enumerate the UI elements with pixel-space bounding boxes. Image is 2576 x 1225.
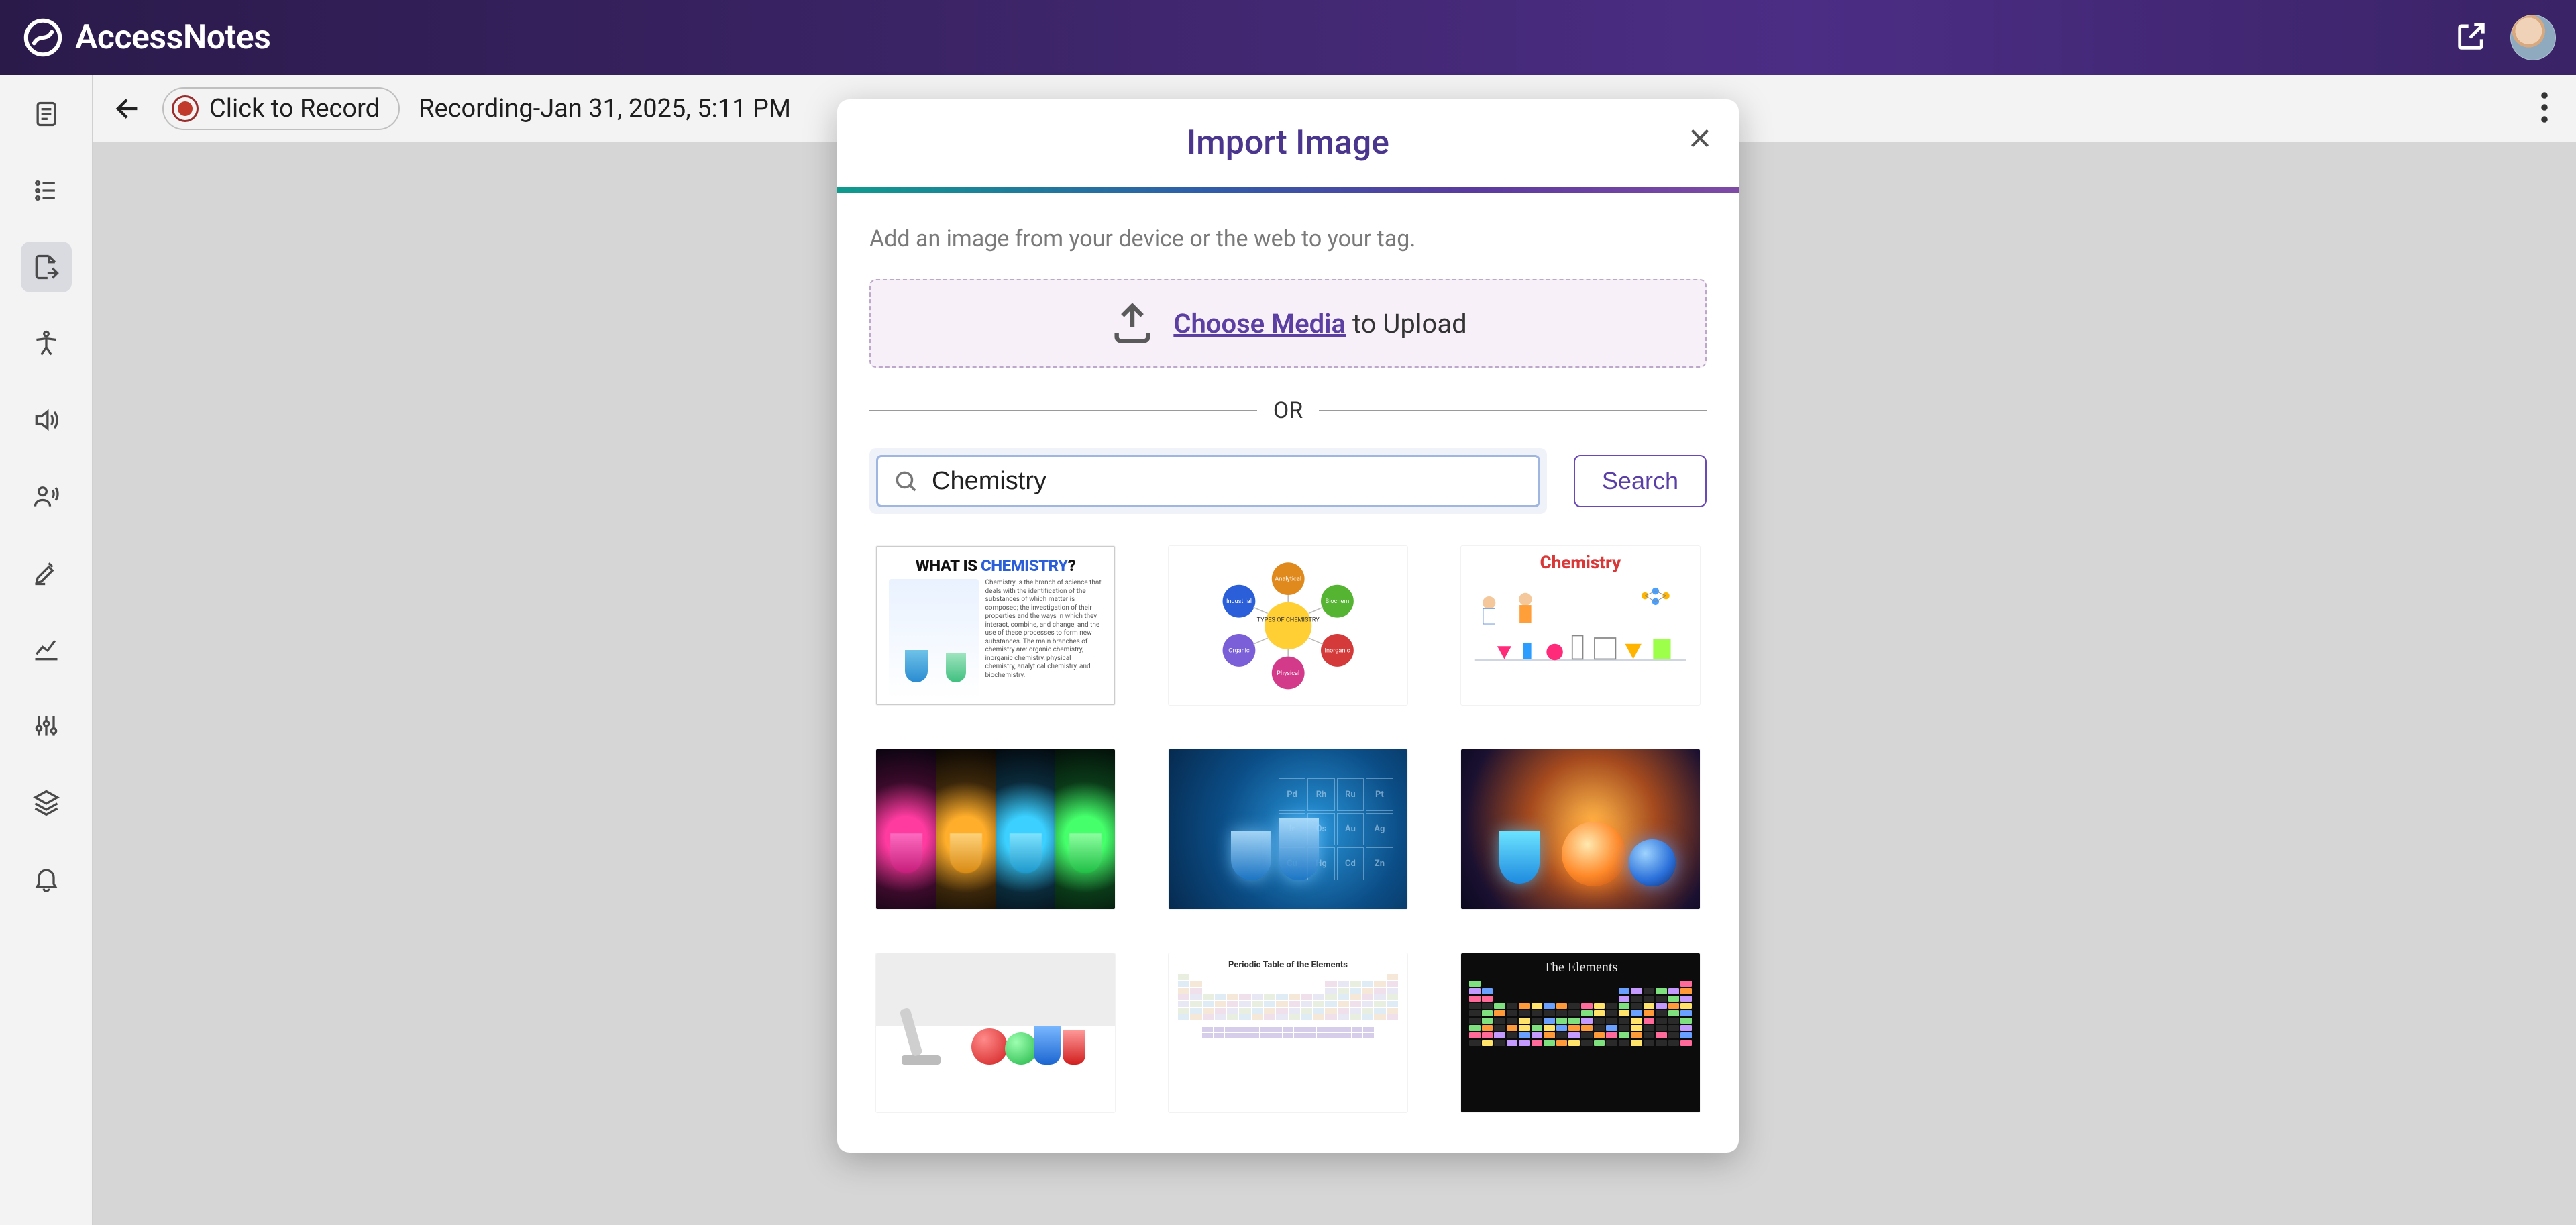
upload-dropzone[interactable]: Choose Media to Upload — [869, 279, 1707, 368]
modal-title: Import Image — [1187, 123, 1389, 162]
result-thumb[interactable]: Periodic Table of the Elements — [1169, 953, 1407, 1112]
svg-text:Inorganic: Inorganic — [1324, 647, 1350, 654]
import-image-modal: Import Image Add an image from your devi… — [837, 99, 1739, 1153]
search-field-wrap — [869, 448, 1547, 514]
svg-text:Physical: Physical — [1277, 670, 1299, 677]
search-button[interactable]: Search — [1574, 455, 1707, 507]
image-search-input[interactable] — [932, 467, 1523, 496]
svg-text:Industrial: Industrial — [1226, 598, 1252, 605]
modal-accent-stripe — [837, 187, 1739, 193]
result-thumb[interactable]: TYPES OF CHEMISTRY Analytical Biochem In… — [1169, 546, 1407, 705]
thumb-heading: WHAT IS CHEMISTRY? — [889, 556, 1102, 575]
thumb-title: The Elements — [1469, 960, 1692, 975]
or-divider: OR — [869, 397, 1707, 424]
result-thumb[interactable] — [1461, 749, 1700, 908]
result-thumb[interactable]: Chemistry — [1461, 546, 1700, 705]
result-thumb[interactable] — [876, 749, 1115, 908]
close-icon — [1686, 125, 1713, 152]
result-thumb[interactable]: PdRhRuPt IrOsAuAg CuHgCdZn — [1169, 749, 1407, 908]
upload-icon — [1109, 300, 1156, 347]
svg-text:Organic: Organic — [1228, 647, 1250, 654]
search-results-grid: WHAT IS CHEMISTRY? Chemistry is the bran… — [869, 546, 1707, 1112]
result-thumb[interactable] — [876, 953, 1115, 1112]
result-thumb[interactable]: WHAT IS CHEMISTRY? Chemistry is the bran… — [876, 546, 1115, 705]
modal-description: Add an image from your device or the web… — [869, 225, 1707, 252]
svg-text:TYPES OF CHEMISTRY: TYPES OF CHEMISTRY — [1256, 617, 1320, 624]
thumb-title: Periodic Table of the Elements — [1178, 960, 1398, 970]
modal-close-button[interactable] — [1686, 125, 1713, 154]
choose-media-link[interactable]: Choose Media — [1173, 308, 1346, 339]
svg-text:Analytical: Analytical — [1275, 576, 1301, 583]
or-label: OR — [1273, 397, 1303, 424]
svg-text:Biochem: Biochem — [1325, 598, 1349, 605]
result-thumb[interactable]: The Elements — [1461, 953, 1700, 1112]
thumb-title: Chemistry — [1469, 553, 1692, 573]
search-icon — [893, 468, 918, 494]
upload-text: Choose Media to Upload — [1173, 308, 1466, 339]
